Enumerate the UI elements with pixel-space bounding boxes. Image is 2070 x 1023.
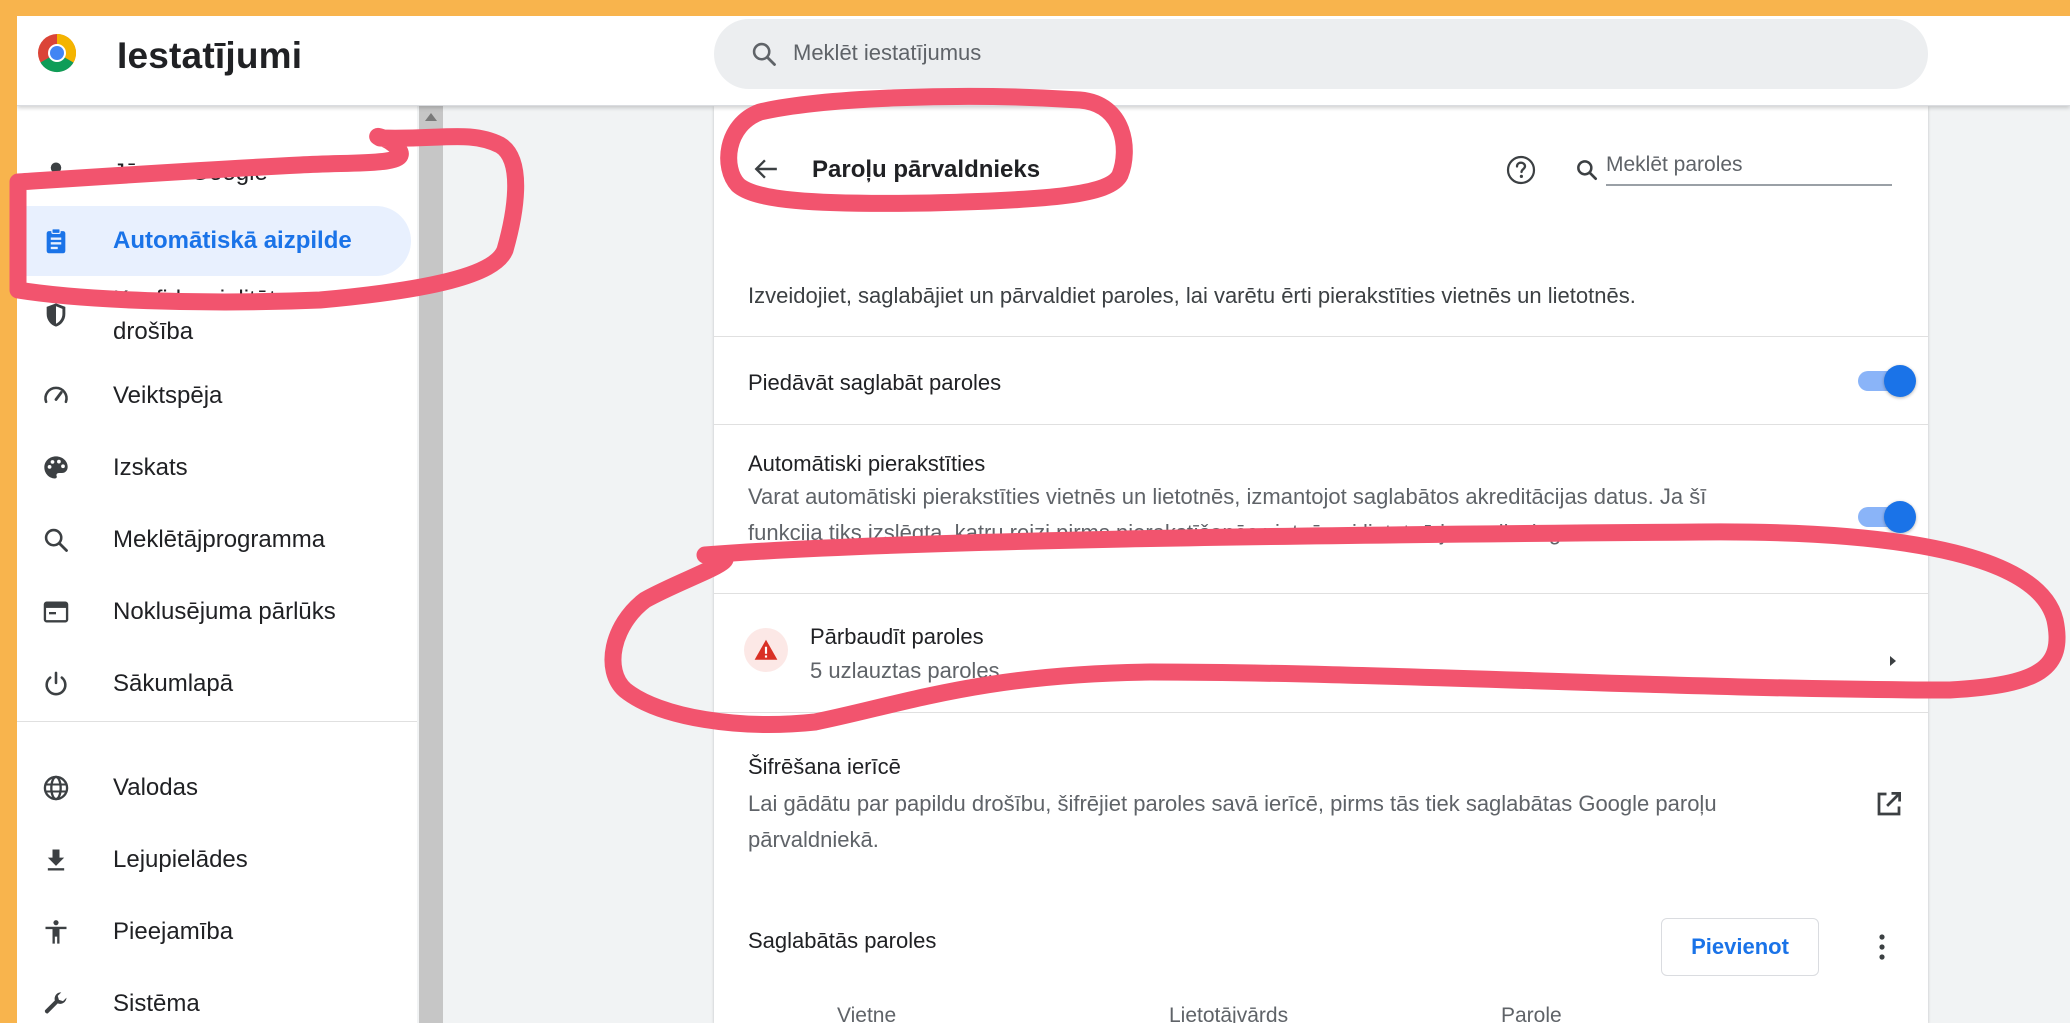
sidebar-item-label: Veiktspēja	[113, 382, 223, 409]
offer-save-toggle[interactable]	[1858, 365, 1916, 397]
sidebar-item-label: Meklētājprogramma	[113, 526, 326, 553]
warning-badge	[744, 628, 788, 672]
search-icon	[44, 528, 68, 552]
password-manager-description: Izveidojiet, saglabājiet un pārvaldiet p…	[748, 283, 1636, 308]
palette-icon	[44, 456, 68, 479]
sidebar-item-label: Sākumlapā	[113, 670, 234, 697]
clipboard-icon	[46, 228, 66, 254]
sidebar-item-on-startup[interactable]: Sākumlapā	[17, 649, 411, 719]
sidebar-item-label: Automātiskā aizpilde	[113, 227, 352, 254]
chevron-right-icon[interactable]	[1886, 654, 1900, 668]
accessibility-icon	[45, 920, 67, 944]
column-header-site[interactable]: Vietne	[837, 1004, 896, 1023]
on-device-encryption-label: Šifrēšana ierīcē	[748, 754, 901, 779]
back-arrow-icon[interactable]	[753, 156, 779, 182]
sidebar-item-appearance[interactable]: Izskats	[17, 433, 411, 503]
sidebar-item-label: Valodas	[113, 774, 198, 801]
divider	[714, 424, 1928, 425]
warning-triangle-icon	[754, 639, 778, 660]
person-icon	[45, 162, 67, 184]
download-icon	[47, 849, 65, 871]
sidebar-item-label: Sistēma	[113, 990, 200, 1017]
shield-icon	[46, 303, 66, 327]
search-icon	[752, 42, 776, 66]
auto-signin-description-2: funkcija tiks izslēgta, katru reizi pirm…	[748, 520, 1579, 545]
password-search-input[interactable]	[1606, 146, 1892, 186]
add-password-button[interactable]: Pievienot	[1661, 918, 1819, 976]
sidebar-item-label: Lejupielādes	[113, 846, 248, 873]
sidebar-item-label: Konfidencialitāte un drošība	[113, 286, 323, 345]
sidebar-item-label: Noklusējuma pārlūks	[113, 598, 336, 625]
sidebar-item-search-engine[interactable]: Meklētājprogramma	[17, 505, 411, 575]
more-vert-icon[interactable]	[1870, 931, 1894, 963]
sidebar-scrollbar[interactable]	[419, 106, 443, 1023]
toggle-knob	[1884, 365, 1916, 397]
sidebar-item-languages[interactable]: Valodas	[17, 753, 411, 823]
sidebar-item-privacy-security[interactable]: Konfidencialitāte un drošība	[17, 280, 411, 350]
sidebar-item-label: Jūs un Google	[113, 159, 268, 186]
sidebar-item-label: Izskats	[113, 454, 188, 481]
sidebar-item-autofill[interactable]: Automātiskā aizpilde	[17, 206, 411, 276]
help-icon[interactable]	[1505, 154, 1537, 186]
sidebar-divider	[17, 721, 417, 722]
sidebar-item-downloads[interactable]: Lejupielādes	[17, 825, 411, 895]
saved-passwords-label: Saglabātās paroles	[748, 928, 937, 953]
scroll-up-arrow-icon[interactable]	[425, 113, 437, 121]
wrench-icon	[44, 992, 67, 1014]
column-header-password[interactable]: Parole	[1501, 1004, 1562, 1023]
column-header-username[interactable]: Lietotājvārds	[1169, 1004, 1288, 1023]
browser-icon	[43, 601, 69, 623]
page-title: Paroļu pārvaldnieks	[812, 156, 1041, 183]
search-icon	[1577, 160, 1598, 181]
password-manager-card: Paroļu pārvaldnieks Izveidojiet, saglabā…	[714, 106, 1928, 1023]
on-device-encryption-description-1: Lai gādātu par papildu drošību, šifrējie…	[748, 791, 1717, 816]
check-passwords-subtitle: 5 uzlauztas paroles	[810, 658, 1000, 683]
check-passwords-title[interactable]: Pārbaudīt paroles	[810, 624, 984, 650]
open-external-icon[interactable]	[1874, 789, 1904, 819]
top-bar: Iestatījumi Meklēt iestatījumus	[17, 16, 2070, 106]
app-title: Iestatījumi	[117, 35, 303, 76]
sidebar-item-accessibility[interactable]: Pieejamība	[17, 897, 411, 967]
sidebar-item-performance[interactable]: Veiktspēja	[17, 361, 411, 431]
divider	[714, 336, 1928, 337]
on-device-encryption-description-2: pārvaldniekā.	[748, 827, 879, 852]
settings-search-placeholder: Meklēt iestatījumus	[793, 40, 982, 65]
settings-window: Iestatījumi Meklēt iestatījumus Jūs un G…	[17, 16, 2070, 1023]
offer-save-label: Piedāvāt saglabāt paroles	[748, 370, 1002, 395]
sidebar-item-label: Pieejamība	[113, 918, 234, 945]
auto-signin-description-1: Varat automātiski pierakstīties vietnēs …	[748, 484, 1707, 509]
sidebar-item-default-browser[interactable]: Noklusējuma pārlūks	[17, 577, 411, 647]
globe-icon	[43, 775, 69, 801]
divider	[714, 712, 1928, 713]
speedometer-icon	[44, 386, 68, 404]
auto-signin-label: Automātiski pierakstīties	[748, 451, 986, 476]
chrome-logo-icon	[38, 33, 77, 73]
toggle-knob	[1884, 501, 1916, 533]
settings-search-box[interactable]: Meklēt iestatījumus	[714, 19, 1928, 89]
sidebar-item-system[interactable]: Sistēma	[17, 969, 411, 1023]
sidebar-item-you-and-google[interactable]: Jūs un Google	[17, 138, 411, 208]
power-icon	[45, 671, 67, 696]
divider	[714, 593, 1928, 594]
auto-signin-toggle[interactable]	[1858, 501, 1916, 533]
sidebar: Jūs un Google Automātiskā aizpilde Konfi…	[17, 106, 417, 1023]
